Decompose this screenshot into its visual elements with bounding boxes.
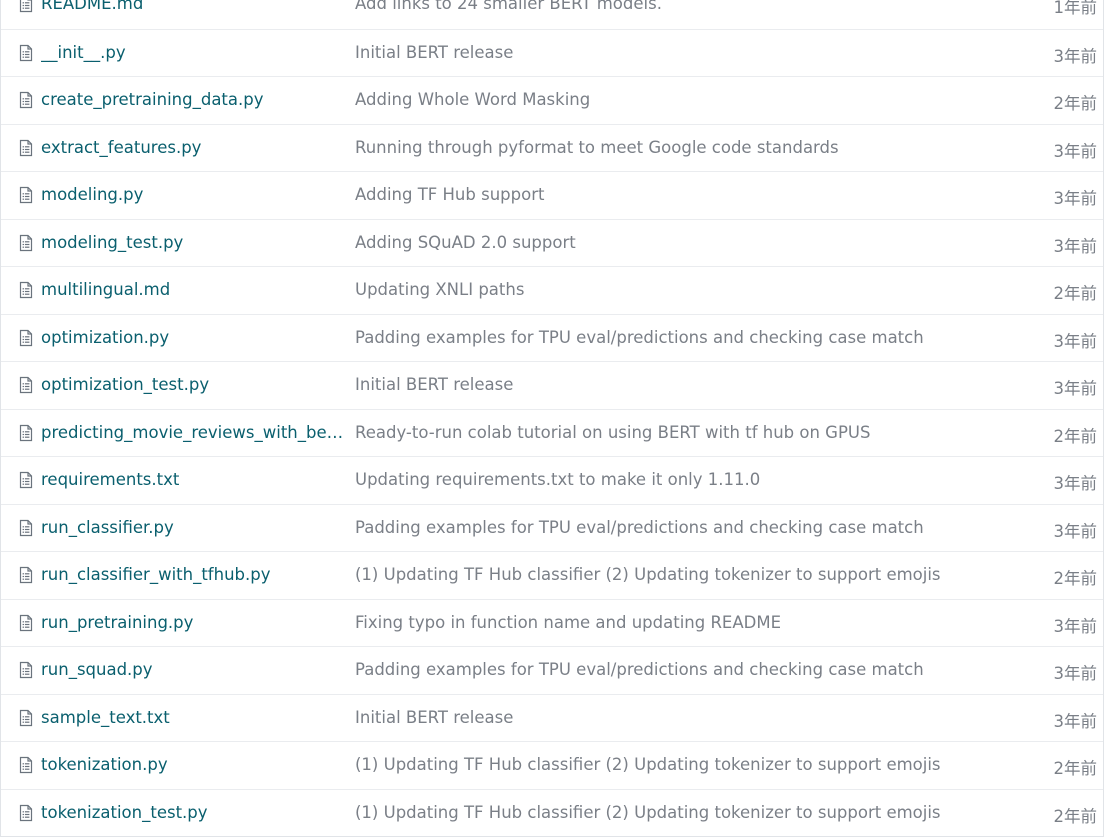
commit-age: 2年前: [1053, 759, 1098, 778]
commit-message-link[interactable]: Initial BERT release: [355, 43, 995, 62]
commit-age: 3年前: [1053, 664, 1098, 683]
file-row[interactable]: tokenization.py (1) Updating TF Hub clas…: [1, 741, 1103, 789]
commit-age: 3年前: [1053, 141, 1098, 161]
commit-message-link[interactable]: Adding Whole Word Masking: [355, 90, 995, 109]
file-row[interactable]: run_pretraining.py Fixing typo in functi…: [1, 598, 1103, 647]
commit-message-link[interactable]: Initial BERT release: [355, 708, 995, 727]
commit-age: 2年前: [1053, 284, 1098, 303]
file-icon: [18, 471, 34, 489]
commit-age: 3年前: [1053, 189, 1098, 208]
file-icon: [18, 661, 34, 679]
file-name-link[interactable]: README.md: [41, 0, 349, 13]
file-row[interactable]: requirements.txt Updating requirements.t…: [1, 456, 1103, 504]
file-icon: [18, 91, 34, 109]
file-icon: [18, 756, 34, 774]
file-name-link[interactable]: run_classifier.py: [41, 518, 349, 537]
commit-age: 2年前: [1053, 94, 1098, 113]
file-icon: [18, 519, 34, 537]
commit-message-link[interactable]: Running through pyformat to meet Google …: [355, 138, 995, 157]
file-name-link[interactable]: create_pretraining_data.py: [41, 90, 349, 109]
file-icon: [18, 614, 34, 632]
commit-message-link[interactable]: Adding SQuAD 2.0 support: [355, 233, 995, 252]
file-icon: [18, 424, 34, 442]
file-list: README.md Add links to 24 smaller BERT m…: [0, 0, 1104, 837]
file-row[interactable]: modeling_test.py Adding SQuAD 2.0 suppor…: [1, 218, 1103, 267]
commit-message-link[interactable]: Updating XNLI paths: [355, 280, 995, 299]
file-name-link[interactable]: tokenization.py: [41, 755, 349, 774]
file-row[interactable]: __init__.py Initial BERT release 3年前: [1, 28, 1103, 77]
commit-age: 2年前: [1053, 569, 1098, 588]
file-icon: [18, 709, 34, 727]
file-row[interactable]: README.md Add links to 24 smaller BERT m…: [1, 0, 1103, 29]
file-name-link[interactable]: tokenization_test.py: [41, 803, 349, 822]
file-name-link[interactable]: modeling.py: [41, 185, 349, 204]
commit-age: 3年前: [1053, 46, 1098, 66]
file-name-link[interactable]: run_squad.py: [41, 660, 349, 679]
commit-age: 3年前: [1053, 331, 1098, 351]
commit-message-link[interactable]: Fixing typo in function name and updatin…: [355, 613, 995, 632]
commit-age: 3年前: [1053, 379, 1098, 398]
commit-age: 3年前: [1053, 474, 1098, 493]
file-row[interactable]: optimization_test.py Initial BERT releas…: [1, 361, 1103, 409]
file-name-link[interactable]: optimization_test.py: [41, 375, 349, 394]
file-name-link[interactable]: modeling_test.py: [41, 233, 349, 252]
file-icon: [18, 139, 34, 157]
commit-age: 3年前: [1053, 236, 1098, 256]
file-icon: [18, 44, 34, 62]
commit-age: 2年前: [1053, 806, 1098, 826]
file-name-link[interactable]: optimization.py: [41, 328, 349, 347]
file-name-link[interactable]: run_pretraining.py: [41, 613, 349, 632]
file-row[interactable]: tokenization_test.py (1) Updating TF Hub…: [1, 788, 1103, 837]
file-icon: [18, 566, 34, 584]
file-icon: [18, 804, 34, 822]
file-icon: [18, 234, 34, 252]
file-icon: [18, 0, 34, 13]
file-name-link[interactable]: extract_features.py: [41, 138, 349, 157]
commit-message-link[interactable]: (1) Updating TF Hub classifier (2) Updat…: [355, 755, 995, 774]
commit-message-link[interactable]: Adding TF Hub support: [355, 185, 995, 204]
file-row[interactable]: optimization.py Padding examples for TPU…: [1, 313, 1103, 362]
file-icon: [18, 376, 34, 394]
commit-message-link[interactable]: Padding examples for TPU eval/prediction…: [355, 518, 995, 537]
file-row[interactable]: modeling.py Adding TF Hub support 3年前: [1, 171, 1103, 219]
commit-message-link[interactable]: Updating requirements.txt to make it onl…: [355, 470, 995, 489]
file-name-link[interactable]: run_classifier_with_tfhub.py: [41, 565, 349, 584]
file-name-link[interactable]: __init__.py: [41, 43, 349, 62]
commit-message-link[interactable]: (1) Updating TF Hub classifier (2) Updat…: [355, 803, 995, 822]
file-name-link[interactable]: requirements.txt: [41, 470, 349, 489]
file-name-link[interactable]: multilingual.md: [41, 280, 349, 299]
commit-age: 3年前: [1053, 711, 1098, 731]
commit-message-link[interactable]: Ready-to-run colab tutorial on using BER…: [355, 423, 995, 442]
file-icon: [18, 186, 34, 204]
file-name-link[interactable]: sample_text.txt: [41, 708, 349, 727]
file-icon: [18, 281, 34, 299]
file-row[interactable]: run_classifier_with_tfhub.py (1) Updatin…: [1, 551, 1103, 599]
commit-message-link[interactable]: Initial BERT release: [355, 375, 995, 394]
file-row[interactable]: create_pretraining_data.py Adding Whole …: [1, 76, 1103, 124]
file-row[interactable]: run_squad.py Padding examples for TPU ev…: [1, 646, 1103, 694]
file-icon: [18, 329, 34, 347]
file-row[interactable]: sample_text.txt Initial BERT release 3年前: [1, 693, 1103, 742]
file-row[interactable]: run_classifier.py Padding examples for T…: [1, 503, 1103, 552]
file-row[interactable]: predicting_movie_reviews_with_bert_o... …: [1, 408, 1103, 457]
file-name-link[interactable]: predicting_movie_reviews_with_bert_o...: [41, 423, 349, 442]
commit-message-link[interactable]: (1) Updating TF Hub classifier (2) Updat…: [355, 565, 995, 584]
commit-message-link[interactable]: Padding examples for TPU eval/prediction…: [355, 660, 995, 679]
commit-age: 2年前: [1053, 426, 1098, 446]
commit-message-link[interactable]: Padding examples for TPU eval/prediction…: [355, 328, 995, 347]
commit-age: 3年前: [1053, 521, 1098, 541]
file-row[interactable]: extract_features.py Running through pyfo…: [1, 123, 1103, 172]
file-row[interactable]: multilingual.md Updating XNLI paths 2年前: [1, 266, 1103, 314]
commit-age: 3年前: [1053, 616, 1098, 636]
commit-message-link[interactable]: Add links to 24 smaller BERT models.: [355, 0, 995, 13]
commit-age: 1年前: [1053, 0, 1098, 17]
